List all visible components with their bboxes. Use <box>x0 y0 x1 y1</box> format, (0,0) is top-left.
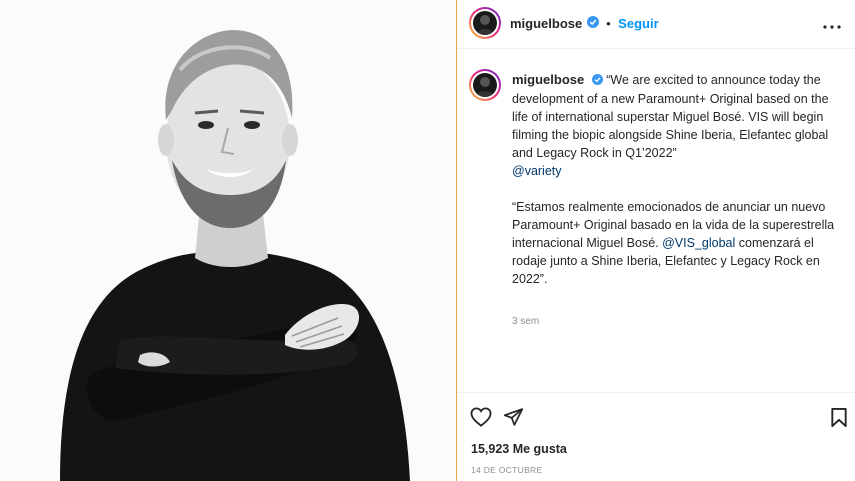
post-header: miguelbose • Seguir <box>457 0 855 49</box>
post-photo[interactable] <box>0 0 456 481</box>
action-bar <box>457 392 855 443</box>
header-username[interactable]: miguelbose <box>510 16 582 31</box>
caption-avatar[interactable] <box>469 69 501 101</box>
bookmark-icon[interactable] <box>830 407 848 433</box>
avatar-image <box>473 73 497 97</box>
mention-variety[interactable]: @variety <box>512 164 562 178</box>
portrait-image <box>0 0 456 481</box>
post-date: 14 DE OCTUBRE <box>471 465 543 475</box>
separator-dot: • <box>606 16 611 32</box>
header-user-row: miguelbose • Seguir <box>510 15 659 33</box>
likes-count[interactable]: 15,923 Me gusta <box>471 442 567 456</box>
mention-vis-global[interactable]: @VIS_global <box>662 236 735 250</box>
heart-icon[interactable] <box>470 407 492 432</box>
verified-badge-icon <box>591 72 603 90</box>
follow-button[interactable]: Seguir <box>618 16 658 31</box>
caption-username[interactable]: miguelbose <box>512 72 584 87</box>
caption-section: miguelbose “We are excited to announce t… <box>457 60 855 390</box>
verified-badge-icon <box>586 15 599 33</box>
post-details-panel: miguelbose • Seguir miguelbose “We are e… <box>457 0 855 481</box>
avatar-image <box>473 11 497 35</box>
more-options-icon[interactable] <box>823 16 841 34</box>
caption-english: miguelbose “We are excited to announce t… <box>512 71 842 162</box>
caption-spanish: “Estamos realmente emocionados de anunci… <box>512 198 842 288</box>
send-icon[interactable] <box>503 407 524 432</box>
header-avatar[interactable] <box>469 7 501 39</box>
caption-timestamp[interactable]: 3 sem <box>512 316 539 327</box>
caption-text: miguelbose “We are excited to announce t… <box>512 71 842 288</box>
